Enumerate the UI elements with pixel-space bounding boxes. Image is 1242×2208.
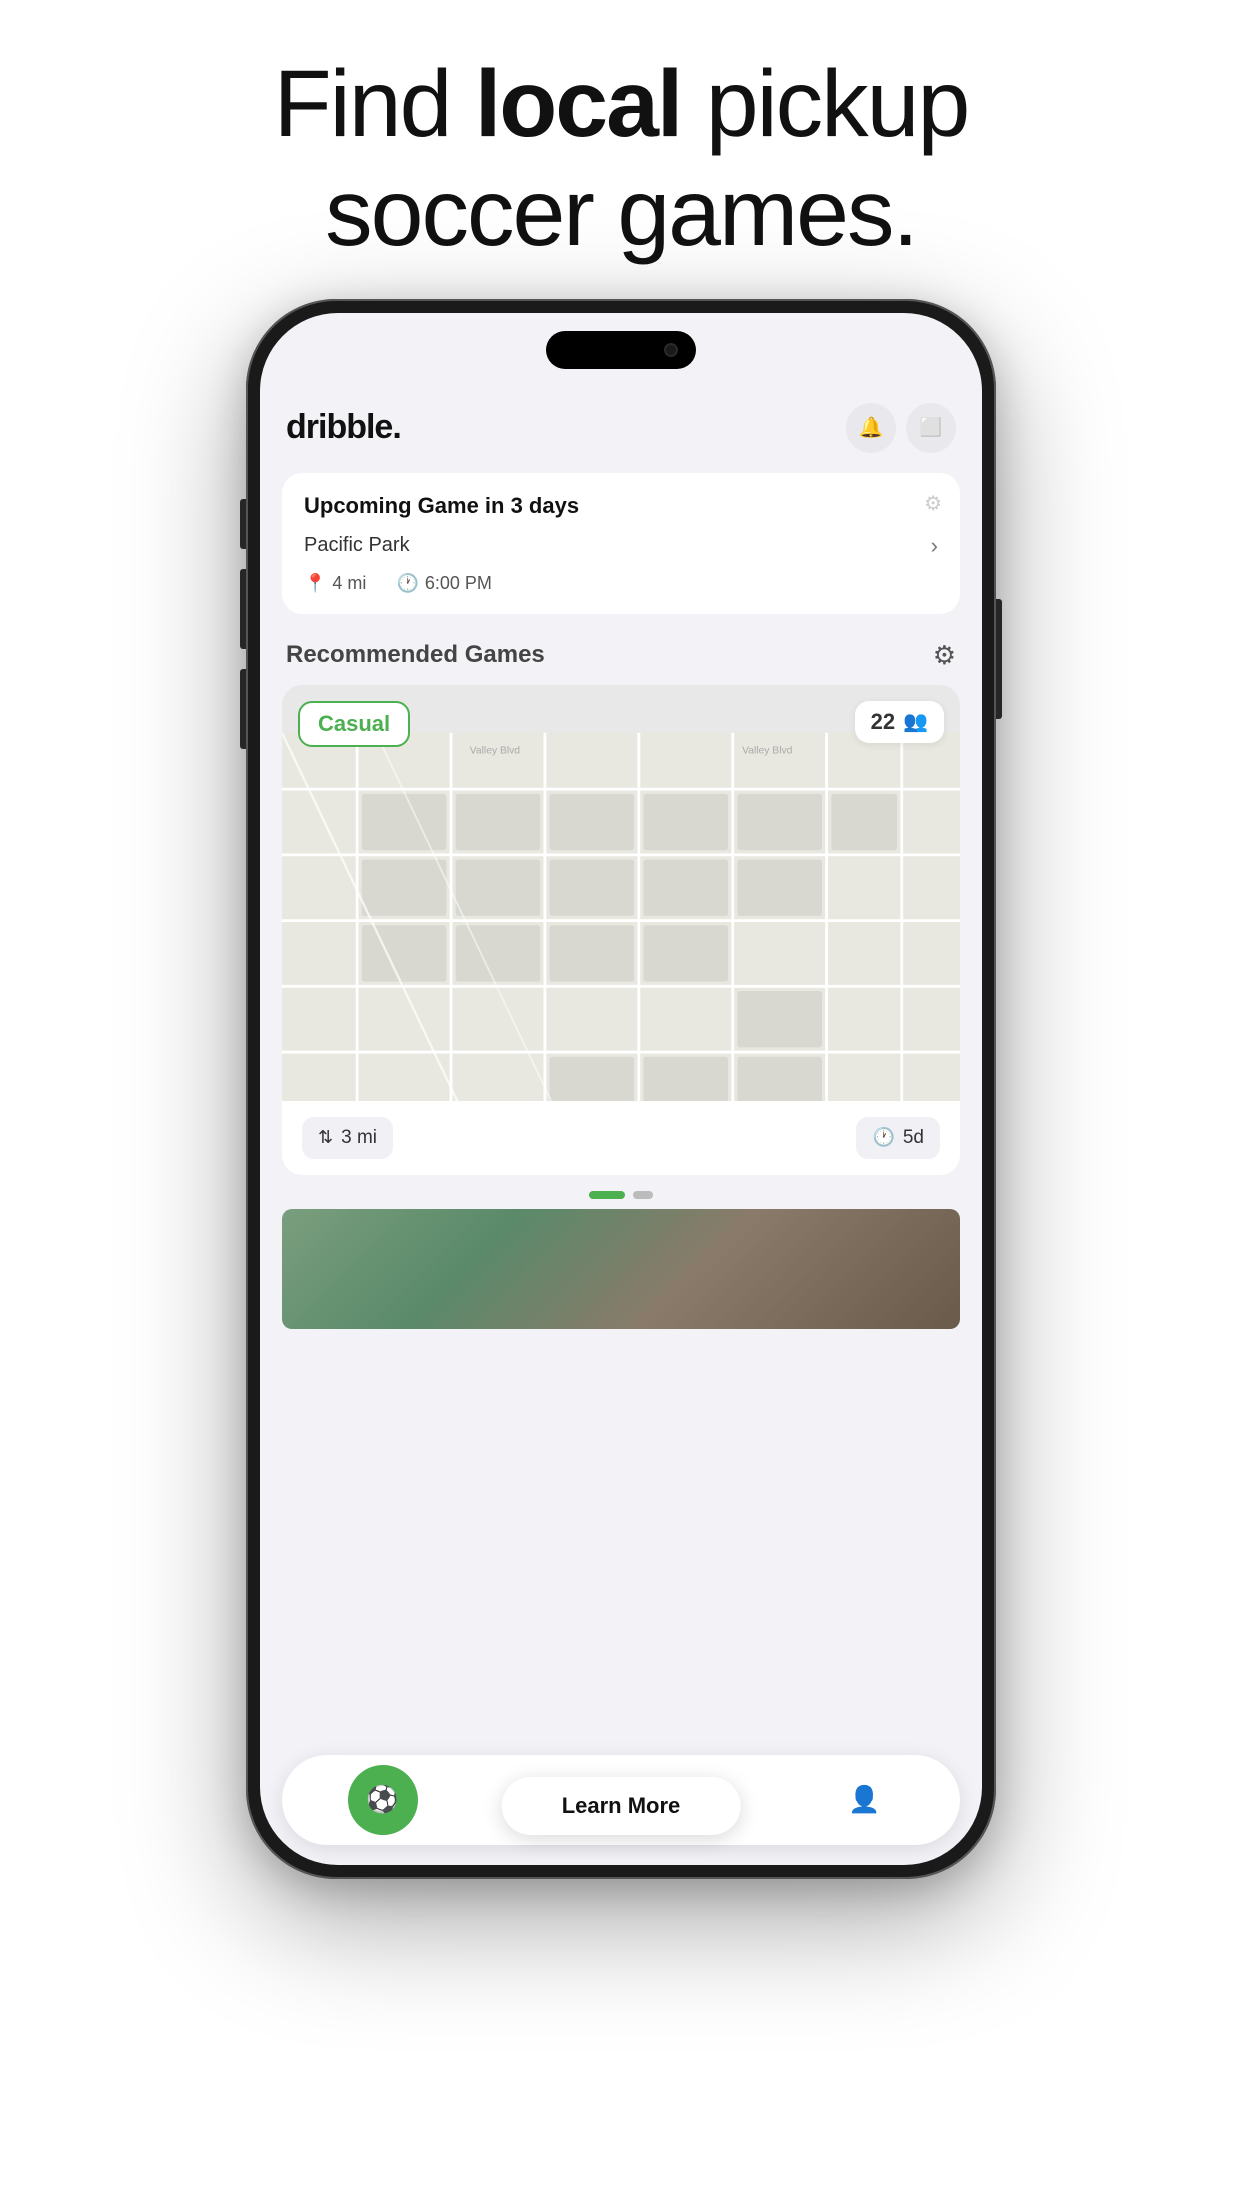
card-settings-icon[interactable]: ⚙ <box>924 491 942 516</box>
game-map-card[interactable]: Valley Blvd Valley Blvd Casual 22 👥 <box>282 685 960 1175</box>
distance-meta: 📍 4 mi <box>304 573 366 594</box>
app-header: dribble. 🔔 ⬜ <box>282 403 960 453</box>
header-icons: 🔔 ⬜ <box>846 403 956 453</box>
card-days: 5d <box>903 1127 924 1149</box>
people-icon: 👥 <box>903 709 928 734</box>
nav-home[interactable]: ⚽ <box>348 1765 418 1835</box>
phone-screen: dribble. 🔔 ⬜ Upcoming Game in 3 days ⚙ P… <box>260 313 982 1865</box>
preview-strip <box>282 1209 960 1329</box>
message-icon: ⬜ <box>920 417 942 438</box>
player-count-badge: 22 👥 <box>855 701 944 743</box>
learn-more-button[interactable]: Learn More <box>502 1777 741 1835</box>
hero-text: Find local pickup soccer games. <box>274 50 969 269</box>
svg-text:Valley Blvd: Valley Blvd <box>742 745 793 756</box>
time-meta: 🕐 6:00 PM <box>396 573 491 594</box>
upcoming-game-card[interactable]: Upcoming Game in 3 days ⚙ Pacific Park ›… <box>282 473 960 614</box>
learn-more-label: Learn More <box>562 1793 681 1818</box>
card-bottom-row: ⇅ 3 mi 🕐 5d <box>282 1101 960 1175</box>
card-time-badge: 🕐 5d <box>856 1117 940 1159</box>
camera-dot <box>664 343 678 357</box>
power-button <box>996 599 1002 719</box>
route-icon: ⇅ <box>318 1127 333 1148</box>
dot-2 <box>633 1191 653 1199</box>
notification-button[interactable]: 🔔 <box>846 403 896 453</box>
soccer-ball-icon: ⚽ <box>366 1784 398 1815</box>
message-button[interactable]: ⬜ <box>906 403 956 453</box>
app-logo: dribble. <box>286 408 401 447</box>
card-clock-icon: 🕐 <box>872 1127 894 1148</box>
location-name: Pacific Park <box>304 534 410 557</box>
app-content: dribble. 🔔 ⬜ Upcoming Game in 3 days ⚙ P… <box>260 313 982 1865</box>
upcoming-game-title: Upcoming Game in 3 days <box>304 493 579 518</box>
hero-line2: soccer games. <box>274 159 969 268</box>
meta-row: 📍 4 mi 🕐 6:00 PM <box>304 573 938 594</box>
recommended-title: Recommended Games <box>286 641 545 669</box>
card-distance-badge: ⇅ 3 mi <box>302 1117 393 1159</box>
game-type-label: Casual <box>318 711 390 736</box>
player-count: 22 <box>871 709 895 735</box>
recommended-settings-icon[interactable]: ⚙ <box>933 640 956 671</box>
clock-icon: 🕐 <box>396 573 418 594</box>
time-value: 6:00 PM <box>425 573 492 594</box>
dynamic-island <box>546 331 696 369</box>
dot-1 <box>589 1191 625 1199</box>
nav-profile[interactable]: 👤 <box>835 1770 895 1830</box>
profile-icon: 👤 <box>848 1784 880 1815</box>
pin-icon: 📍 <box>304 573 326 594</box>
card-distance: 3 mi <box>341 1127 377 1149</box>
pagination-dots <box>282 1191 960 1199</box>
phone-mockup: dribble. 🔔 ⬜ Upcoming Game in 3 days ⚙ P… <box>246 299 996 1879</box>
hero-bold: local <box>475 51 682 157</box>
location-row: Pacific Park › <box>304 533 938 559</box>
preview-image <box>282 1209 960 1329</box>
distance-value: 4 mi <box>332 573 366 594</box>
bell-icon: 🔔 <box>859 415 884 440</box>
casual-badge: Casual <box>298 701 410 747</box>
recommended-section-header: Recommended Games ⚙ <box>282 640 960 671</box>
svg-text:Valley Blvd: Valley Blvd <box>470 745 521 756</box>
chevron-right-icon[interactable]: › <box>931 533 938 559</box>
